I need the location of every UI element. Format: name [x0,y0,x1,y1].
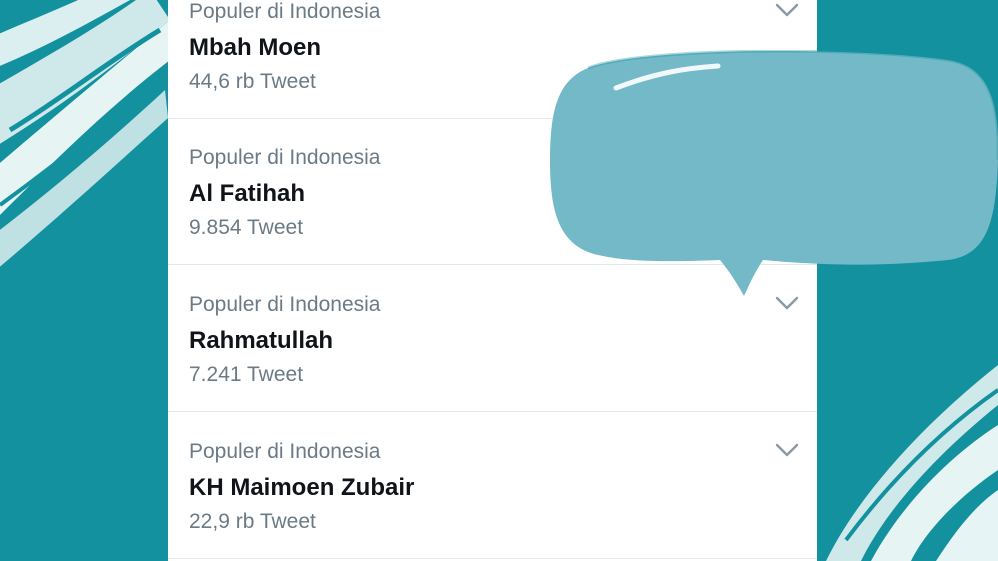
trend-context-label: Populer di Indonesia [189,0,381,23]
brush-stroke-decoration-left [0,0,170,267]
trend-context-label: Populer di Indonesia [189,440,381,463]
trend-tweet-count: 44,6 rb Tweet [189,70,316,93]
chevron-down-icon[interactable] [774,442,800,458]
trend-name: KH Maimoen Zubair [189,474,415,501]
chevron-down-icon[interactable] [774,2,800,18]
speech-bubble-decoration [550,50,998,296]
trend-tweet-count: 22,9 rb Tweet [189,510,316,533]
trend-name: Mbah Moen [189,34,321,61]
trend-context-label: Populer di Indonesia [189,293,381,316]
trend-tweet-count: 9.854 Tweet [189,216,304,239]
trend-tweet-count: 7.241 Tweet [189,363,304,386]
trend-name: Al Fatihah [189,180,306,207]
trend-context-label: Populer di Indonesia [189,146,381,169]
trend-name: Rahmatullah [189,327,334,354]
trend-item[interactable]: Populer di Indonesia KH Maimoen Zubair 2… [168,413,817,559]
